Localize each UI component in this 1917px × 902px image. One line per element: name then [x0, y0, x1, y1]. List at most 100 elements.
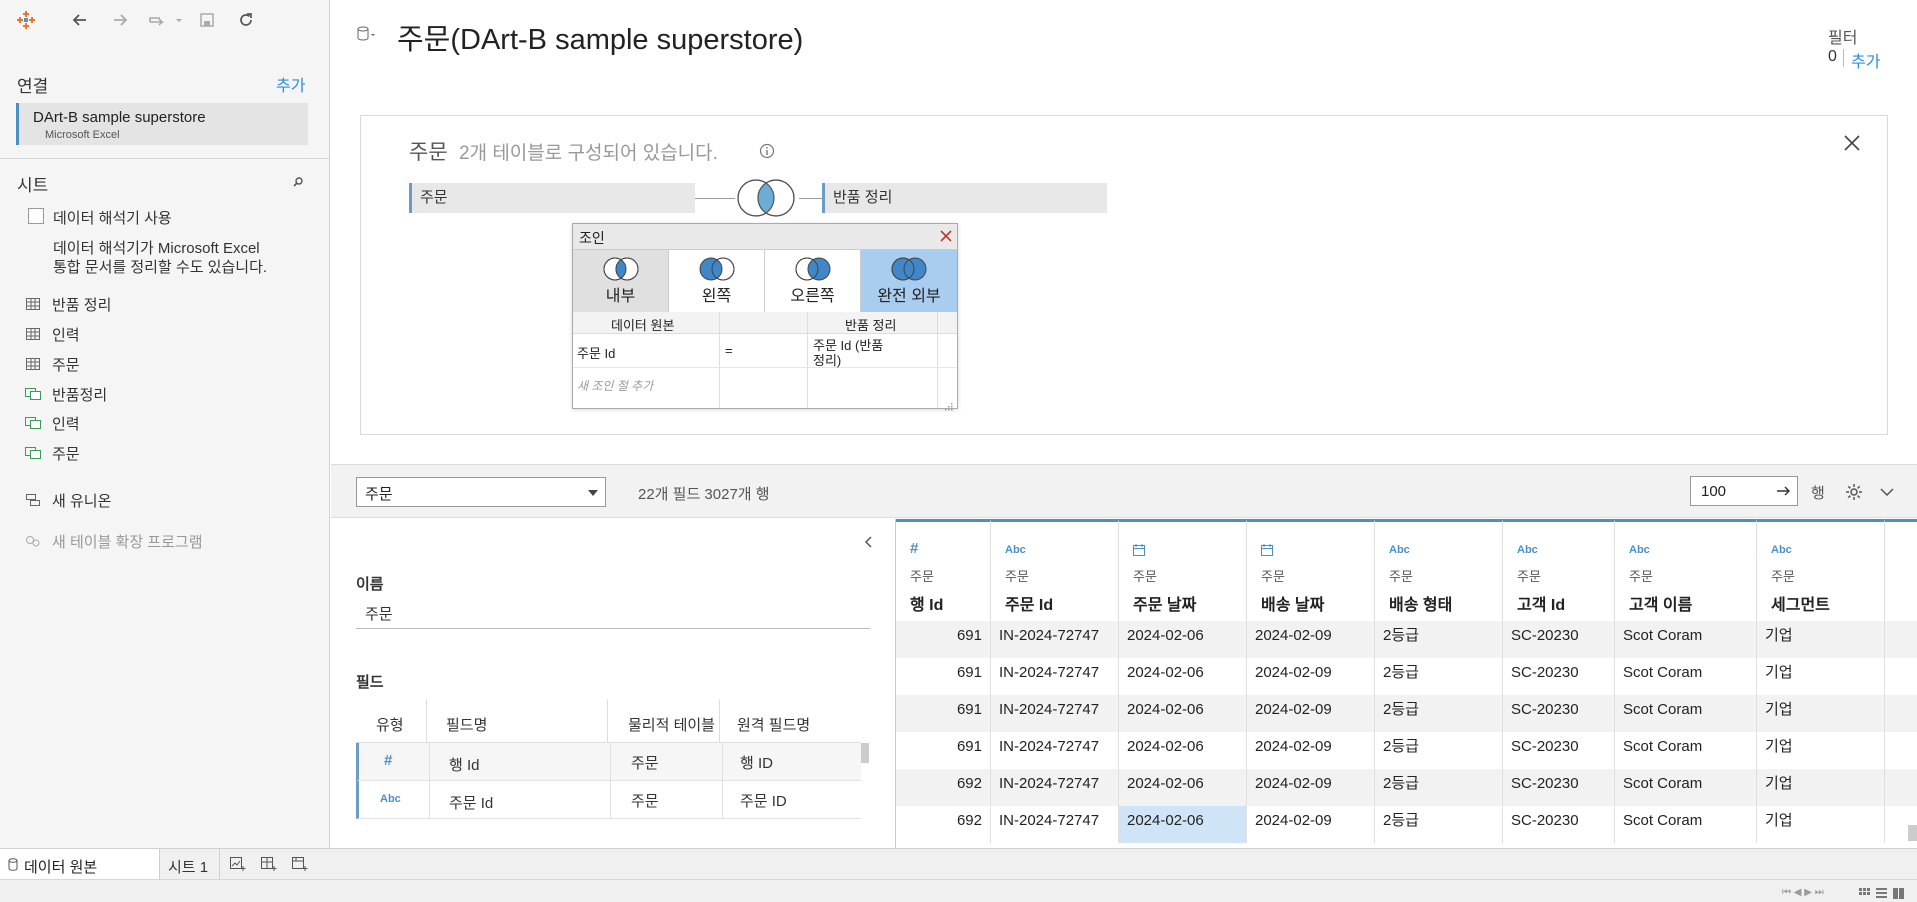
- refresh-icon[interactable]: [234, 8, 258, 32]
- new-union-item[interactable]: 새 유니온: [24, 488, 111, 512]
- left-table-box[interactable]: 주문: [409, 183, 695, 213]
- table-cell[interactable]: 기업: [1757, 658, 1885, 695]
- forward-arrow-icon[interactable]: [108, 8, 132, 32]
- table-cell[interactable]: [1885, 695, 1917, 732]
- column-name[interactable]: 주문 Id: [1005, 591, 1053, 615]
- date-type-icon[interactable]: [1261, 544, 1273, 559]
- tab-sheet1[interactable]: 시트 1: [160, 849, 220, 879]
- new-extension-item[interactable]: 새 테이블 확장 프로그램: [24, 529, 203, 553]
- table-cell[interactable]: 691: [896, 732, 991, 769]
- column-header[interactable]: Abc 주문 고객 이름: [1615, 519, 1757, 621]
- table-cell[interactable]: 2등급: [1375, 769, 1503, 806]
- column-header[interactable]: # 주문 행 Id: [896, 519, 991, 621]
- sheet-item-people[interactable]: 인력: [24, 322, 80, 346]
- string-type-icon[interactable]: Abc: [1389, 544, 1410, 556]
- table-cell[interactable]: IN-2024-72747: [991, 695, 1119, 732]
- table-cell[interactable]: SC-20230: [1503, 621, 1615, 658]
- table-cell[interactable]: SC-20230: [1503, 769, 1615, 806]
- close-icon[interactable]: [1841, 132, 1863, 154]
- page-title[interactable]: 주문(DArt-B sample superstore): [397, 16, 803, 58]
- collapse-left-icon[interactable]: [861, 535, 875, 549]
- datasource-icon[interactable]: [356, 24, 376, 44]
- join-clause-row[interactable]: 주문 Id = 주문 Id (반품 정리): [573, 334, 957, 368]
- column-header[interactable]: Abc 주문 세그먼트: [1757, 519, 1885, 621]
- sheet-nav-icon[interactable]: ⏮ ◀ ▶ ⏭: [1782, 887, 1824, 898]
- close-icon[interactable]: [939, 229, 953, 243]
- table-cell[interactable]: 2024-02-09: [1247, 658, 1375, 695]
- column-name[interactable]: 고객 이름: [1629, 591, 1692, 615]
- table-cell[interactable]: 기업: [1757, 732, 1885, 769]
- table-cell[interactable]: IN-2024-72747: [991, 806, 1119, 843]
- scrollbar[interactable]: [861, 743, 869, 763]
- column-header[interactable]: [1885, 519, 1917, 621]
- table-cell[interactable]: IN-2024-72747: [991, 621, 1119, 658]
- table-cell[interactable]: SC-20230: [1503, 695, 1615, 732]
- column-header[interactable]: Abc 주문 배송 형태: [1375, 519, 1503, 621]
- grid-view-icon[interactable]: [1858, 887, 1870, 899]
- table-cell[interactable]: 691: [896, 695, 991, 732]
- table-cell[interactable]: 692: [896, 769, 991, 806]
- number-type-icon[interactable]: #: [384, 752, 392, 769]
- table-cell[interactable]: 2024-02-06: [1119, 621, 1247, 658]
- table-cell[interactable]: Scot Coram: [1615, 695, 1757, 732]
- join-type-inner[interactable]: 내부: [573, 250, 669, 312]
- column-name[interactable]: 행 Id: [910, 591, 943, 615]
- column-name[interactable]: 주문 날짜: [1133, 591, 1196, 615]
- column-name[interactable]: 배송 형태: [1389, 591, 1452, 615]
- clause-operator[interactable]: =: [725, 343, 733, 358]
- sheet-item-returns[interactable]: 반품 정리: [24, 292, 111, 316]
- full-outer-join-icon[interactable]: [733, 178, 799, 218]
- table-cell[interactable]: Scot Coram: [1615, 658, 1757, 695]
- table-cell[interactable]: 기업: [1757, 769, 1885, 806]
- string-type-icon[interactable]: Abc: [1771, 544, 1792, 556]
- arrow-right-icon[interactable]: [1776, 484, 1792, 498]
- connection-item[interactable]: DArt-B sample superstore Microsoft Excel: [16, 103, 308, 145]
- date-type-icon[interactable]: [1133, 544, 1145, 559]
- save-icon[interactable]: [195, 8, 219, 32]
- table-cell[interactable]: IN-2024-72747: [991, 769, 1119, 806]
- gear-icon[interactable]: [1843, 481, 1865, 503]
- table-cell[interactable]: Scot Coram: [1615, 621, 1757, 658]
- number-type-icon[interactable]: #: [910, 540, 918, 557]
- table-cell[interactable]: 2등급: [1375, 621, 1503, 658]
- scrollbar[interactable]: [1908, 825, 1917, 841]
- table-cell[interactable]: 2024-02-06: [1119, 806, 1247, 843]
- column-name[interactable]: 배송 날짜: [1261, 591, 1324, 615]
- interpreter-checkbox[interactable]: [28, 208, 44, 224]
- table-cell[interactable]: 2024-02-09: [1247, 806, 1375, 843]
- tableau-logo-icon[interactable]: [14, 8, 38, 32]
- col-header-table[interactable]: 물리적 테이블: [628, 714, 715, 735]
- sheet-item-orders-range[interactable]: 주문: [24, 441, 80, 465]
- table-cell[interactable]: 2024-02-09: [1247, 695, 1375, 732]
- table-cell[interactable]: 2등급: [1375, 658, 1503, 695]
- table-cell[interactable]: [1885, 769, 1917, 806]
- table-cell[interactable]: IN-2024-72747: [991, 732, 1119, 769]
- tab-data-source[interactable]: 데이터 원본: [0, 849, 160, 879]
- column-name[interactable]: 세그먼트: [1771, 591, 1830, 615]
- new-worksheet-icon[interactable]: [228, 855, 248, 873]
- right-table-box[interactable]: 반품 정리: [822, 183, 1107, 213]
- new-dashboard-icon[interactable]: [259, 855, 279, 873]
- info-icon[interactable]: [759, 143, 775, 159]
- table-cell[interactable]: 기업: [1757, 806, 1885, 843]
- table-cell[interactable]: 2등급: [1375, 695, 1503, 732]
- col-header-field[interactable]: 필드명: [446, 714, 487, 735]
- table-cell[interactable]: [1885, 732, 1917, 769]
- table-cell[interactable]: 2024-02-06: [1119, 732, 1247, 769]
- sheet-item-people-range[interactable]: 인력: [24, 411, 80, 435]
- table-row[interactable]: Abc 주문 Id 주문 주문 ID: [356, 781, 861, 819]
- table-cell[interactable]: 691: [896, 621, 991, 658]
- table-cell[interactable]: 2024-02-06: [1119, 769, 1247, 806]
- table-cell[interactable]: 692: [896, 806, 991, 843]
- table-cell[interactable]: 2등급: [1375, 806, 1503, 843]
- chevron-down-icon[interactable]: [1878, 483, 1896, 501]
- string-type-icon[interactable]: Abc: [1629, 544, 1650, 556]
- string-type-icon[interactable]: Abc: [1005, 544, 1026, 556]
- name-input[interactable]: 주문: [356, 601, 870, 629]
- resize-handle-icon[interactable]: [945, 398, 953, 411]
- list-view-icon[interactable]: [1875, 887, 1887, 899]
- table-cell[interactable]: 2024-02-06: [1119, 658, 1247, 695]
- table-cell[interactable]: 2024-02-06: [1119, 695, 1247, 732]
- table-cell[interactable]: 2등급: [1375, 732, 1503, 769]
- column-name[interactable]: 고객 Id: [1517, 591, 1565, 615]
